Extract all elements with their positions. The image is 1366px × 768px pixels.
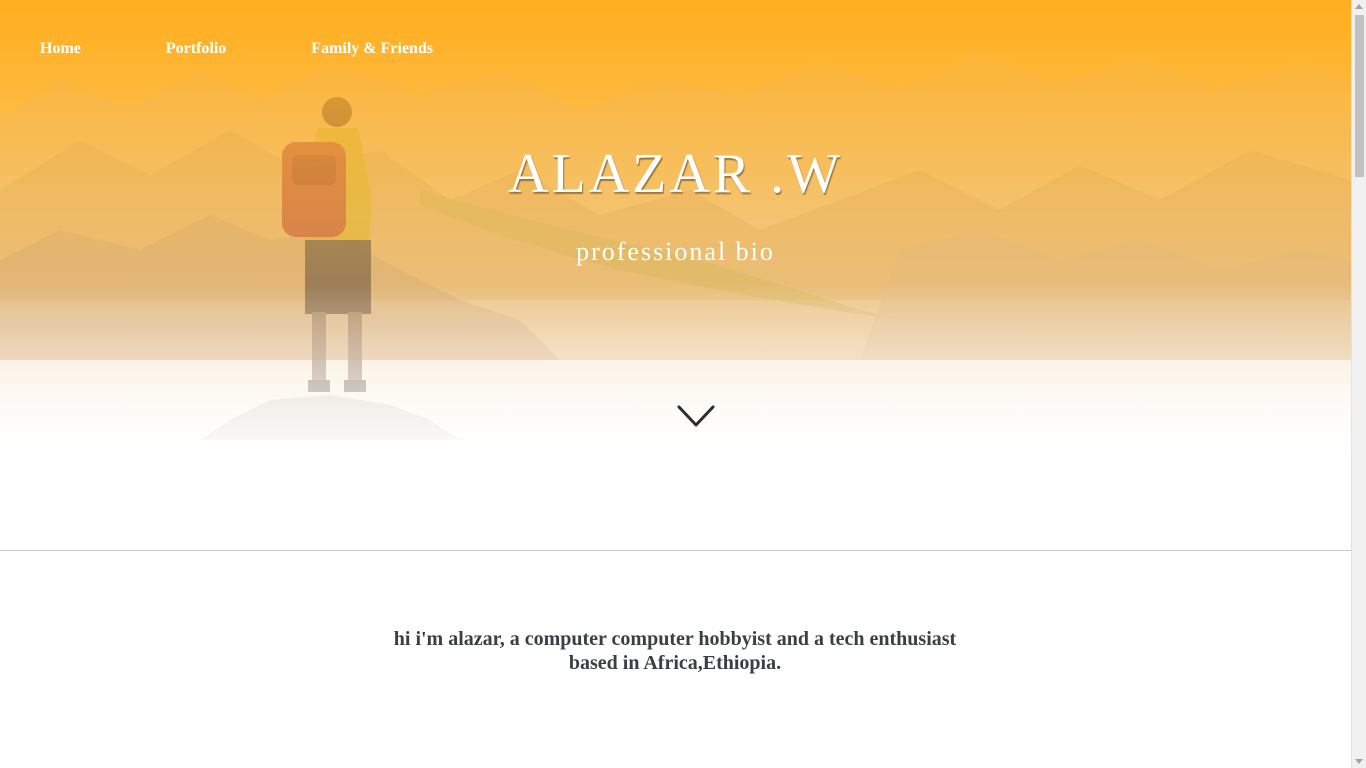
scroll-down-arrow-icon[interactable] [1355, 759, 1363, 764]
section-divider [0, 550, 1351, 551]
site-title: ALAZAR .W [508, 143, 843, 205]
hero-background-image [0, 0, 1351, 470]
chevron-down-icon[interactable] [676, 403, 716, 431]
nav-item-portfolio[interactable]: Portfolio [166, 40, 226, 58]
bio-line-1: hi i'm alazar, a computer computer hobby… [393, 628, 957, 650]
bio-line-2: based in Africa,Ethiopia. [568, 652, 782, 674]
bio-text: hi i'm alazar, a computer computer hobby… [375, 627, 975, 675]
vertical-scrollbar[interactable] [1351, 0, 1366, 768]
nav-item-family-friends[interactable]: Family & Friends [311, 40, 433, 58]
page: Home Portfolio Family & Friends ALAZAR .… [0, 0, 1351, 768]
nav-item-home[interactable]: Home [40, 40, 81, 58]
hero-section: Home Portfolio Family & Friends ALAZAR .… [0, 0, 1351, 470]
site-subtitle: professional bio [576, 237, 775, 266]
scroll-up-arrow-icon[interactable] [1355, 4, 1363, 9]
scrollbar-thumb[interactable] [1355, 15, 1364, 177]
main-nav: Home Portfolio Family & Friends [40, 40, 518, 58]
